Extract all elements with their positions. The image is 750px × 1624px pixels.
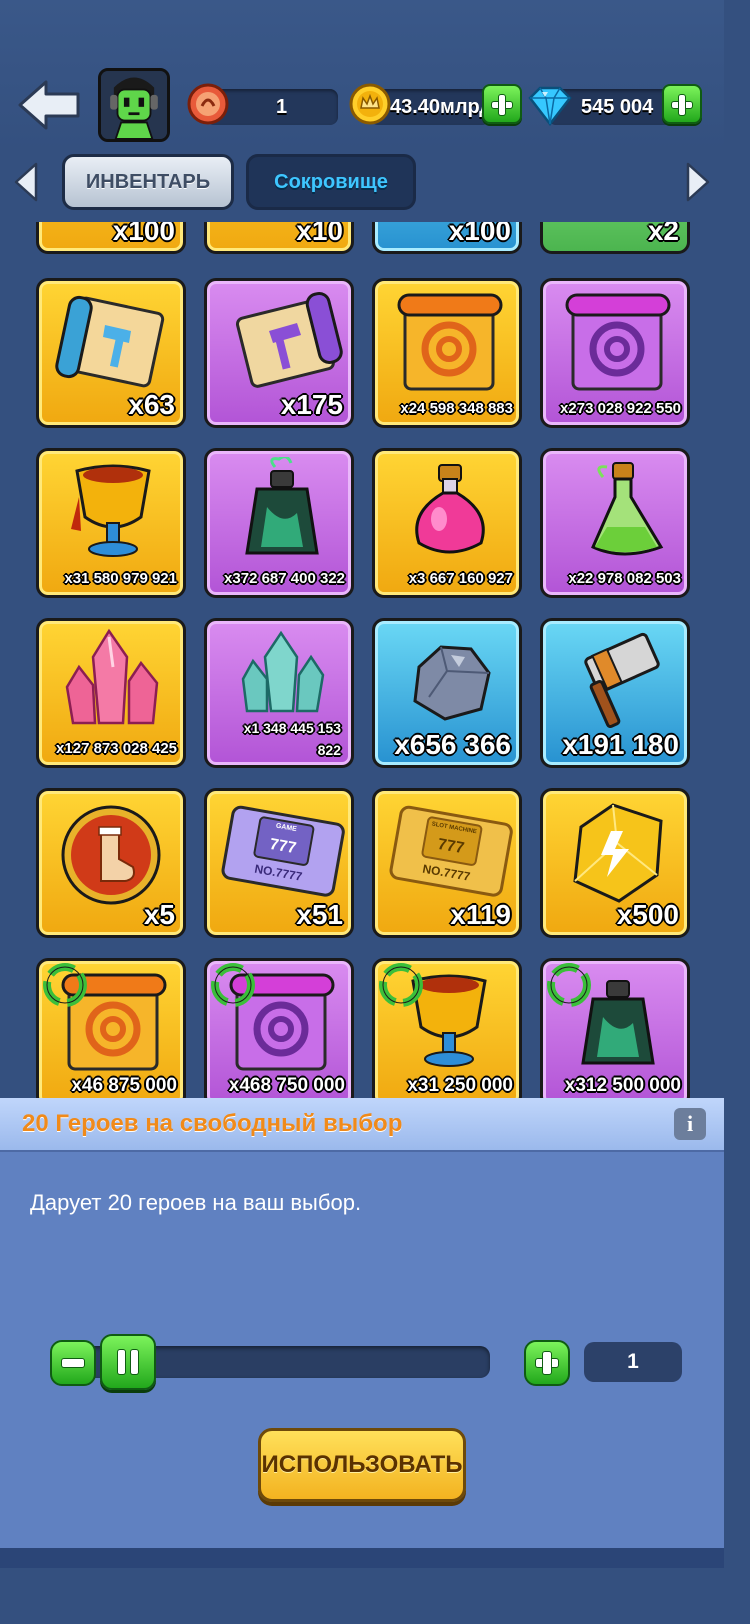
- inventory-item[interactable]: x31 580 979 921: [36, 448, 186, 598]
- inventory-item[interactable]: x1 348 445 153 822: [204, 618, 354, 768]
- golden-goblet-icon: [71, 464, 151, 557]
- item-quantity: x10: [296, 222, 343, 246]
- item-quantity: x1 348 445 153 822: [243, 720, 341, 758]
- bottom-strip: [0, 1548, 724, 1568]
- recycle-icon: [379, 963, 423, 1007]
- level-medal-icon: [187, 83, 229, 125]
- inventory-item-partial[interactable]: x100: [372, 222, 522, 254]
- tab-prev-arrow-icon[interactable]: [12, 160, 40, 204]
- item-quantity: x5: [143, 899, 175, 930]
- purple-swirl-scroll-icon: [565, 293, 671, 391]
- gems-value: 545 004: [581, 96, 654, 118]
- back-arrow-icon[interactable]: [16, 78, 82, 132]
- use-button[interactable]: ИСПОЛЬЗОВАТЬ: [258, 1428, 466, 1502]
- quantity-slider-thumb[interactable]: [100, 1334, 156, 1390]
- inventory-item[interactable]: GAME 777 NO.7777 x51: [204, 788, 354, 938]
- item-quantity: x191 180: [562, 729, 679, 760]
- gold-coin-icon: [349, 83, 391, 125]
- item-quantity: x500: [616, 899, 679, 930]
- item-quantity: x372 687 400 322: [224, 570, 345, 587]
- stone-ore-icon: [413, 645, 491, 721]
- item-quantity: x22 978 082 503: [568, 570, 681, 587]
- tab-inventory[interactable]: ИНВЕНТАРЬ: [62, 154, 234, 210]
- gold-slot-ticket-icon: SLOT MACHINE 777 NO.7777: [389, 805, 513, 897]
- info-icon[interactable]: i: [674, 1108, 706, 1140]
- item-quantity: x3 667 160 927: [408, 570, 513, 587]
- item-quantity: x2: [647, 222, 679, 246]
- recycle-icon: [43, 963, 87, 1007]
- sock-coin-icon: [61, 805, 161, 905]
- item-quantity: x119: [450, 899, 511, 930]
- inventory-item[interactable]: x5: [36, 788, 186, 938]
- recycle-icon: [211, 963, 255, 1007]
- inventory-item[interactable]: x127 873 028 425: [36, 618, 186, 768]
- item-quantity: x51: [296, 899, 343, 930]
- recycle-icon: [547, 963, 591, 1007]
- inventory-item[interactable]: x273 028 922 550: [540, 278, 690, 428]
- inventory-item[interactable]: x31 250 000: [372, 958, 522, 1098]
- tab-next-arrow-icon[interactable]: [684, 160, 712, 204]
- tab-treasure[interactable]: Сокровище: [246, 154, 416, 210]
- inventory-item-partial[interactable]: x100: [36, 222, 186, 254]
- inventory-item[interactable]: x175: [204, 278, 354, 428]
- item-quantity: x656 366: [394, 729, 511, 760]
- gold-value: 43.40млрд: [390, 96, 492, 118]
- inventory-item[interactable]: x372 687 400 322: [204, 448, 354, 598]
- item-quantity: x63: [128, 389, 175, 420]
- inventory-item[interactable]: x3 667 160 927: [372, 448, 522, 598]
- item-quantity: x273 028 922 550: [560, 400, 681, 417]
- green-potion-vial-icon: [591, 462, 664, 556]
- purple-hammer-scroll-icon: [235, 291, 343, 388]
- inventory-item[interactable]: x191 180: [540, 618, 690, 768]
- item-quantity: x31 580 979 921: [64, 570, 177, 587]
- green-potion-bottle-icon: [245, 457, 319, 555]
- item-quantity: x24 598 348 883: [400, 400, 513, 417]
- top-bar: 1 43.40млрд 545 004: [0, 0, 724, 150]
- inventory-item[interactable]: SLOT MACHINE 777 NO.7777 x119: [372, 788, 522, 938]
- add-gems-button[interactable]: [662, 84, 702, 124]
- item-title: 20 Героев на свободный выбор: [22, 1110, 403, 1137]
- blue-hammer-scroll-icon: [55, 295, 165, 388]
- inventory-item[interactable]: x24 598 348 883: [372, 278, 522, 428]
- inventory-item-partial[interactable]: x10: [204, 222, 354, 254]
- add-gold-button[interactable]: [482, 84, 522, 124]
- lightning-gem-icon: [573, 803, 663, 903]
- item-quantity: x31 250 000: [407, 1075, 513, 1096]
- inventory-item[interactable]: x656 366: [372, 618, 522, 768]
- inventory-item[interactable]: x500: [540, 788, 690, 938]
- robot-avatar-icon: [101, 71, 167, 139]
- player-avatar[interactable]: [98, 68, 170, 142]
- item-quantity: x312 500 000: [564, 1075, 681, 1096]
- inventory-item[interactable]: x468 750 000: [204, 958, 354, 1098]
- purple-slot-ticket-icon: GAME 777 NO.7777: [221, 805, 345, 897]
- inventory-item[interactable]: x46 875 000: [36, 958, 186, 1098]
- level-value: 1: [276, 96, 288, 118]
- diamond-icon: [528, 86, 572, 126]
- pink-crystal-icon: [65, 628, 159, 725]
- item-detail-panel: 20 Героев на свободный выбор i Дарует 20…: [0, 1098, 724, 1548]
- item-quantity: x127 873 028 425: [56, 740, 177, 757]
- increase-quantity-button[interactable]: [524, 1340, 570, 1386]
- inventory-item[interactable]: x22 978 082 503: [540, 448, 690, 598]
- inventory-item[interactable]: x312 500 000: [540, 958, 690, 1098]
- inventory-grid: x100 x10 x100 x2 x63 x175 x24 598 348 88…: [0, 222, 724, 1098]
- item-quantity: x46 875 000: [71, 1075, 177, 1096]
- hammer-icon: [584, 632, 660, 728]
- item-description: Дарует 20 героев на ваш выбор.: [30, 1190, 362, 1215]
- pink-potion-flask-icon: [415, 464, 485, 554]
- inventory-item[interactable]: x63: [36, 278, 186, 428]
- item-quantity: x175: [280, 389, 343, 420]
- panel-header: 20 Героев на свободный выбор i: [0, 1098, 724, 1152]
- item-quantity: x468 750 000: [228, 1075, 345, 1096]
- decrease-quantity-button[interactable]: [50, 1340, 96, 1386]
- item-quantity: x100: [112, 222, 175, 246]
- item-quantity: x100: [448, 222, 511, 246]
- quantity-field[interactable]: 1: [584, 1342, 682, 1382]
- inventory-item-partial[interactable]: x2: [540, 222, 690, 254]
- orange-swirl-scroll-icon: [397, 293, 503, 391]
